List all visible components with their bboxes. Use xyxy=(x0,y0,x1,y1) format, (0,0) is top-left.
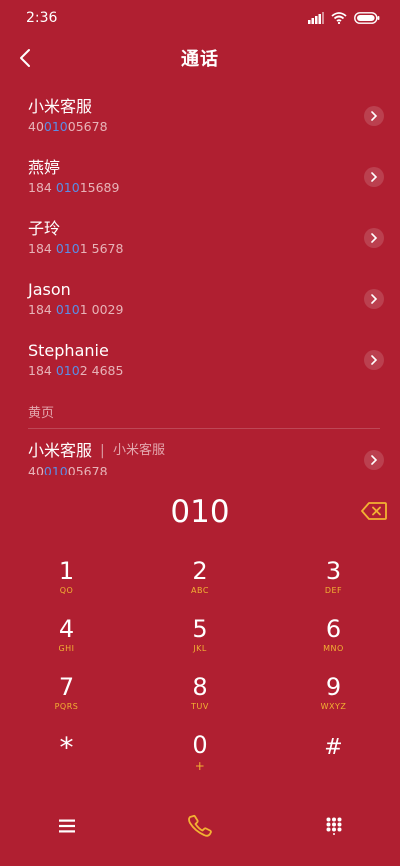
signal-icon xyxy=(308,12,324,24)
section-label-yellow-pages: 黄页 xyxy=(28,406,55,421)
contact-number: 4001005678 xyxy=(28,464,108,475)
chevron-right-icon xyxy=(371,233,378,243)
voicemail-label: QO xyxy=(59,586,74,595)
chevron-left-icon xyxy=(20,49,30,67)
key-letters: GHI xyxy=(58,644,75,653)
key-7[interactable]: 7 PQRS xyxy=(0,672,133,730)
contact-item[interactable]: Stephanie 184 0102 4685 xyxy=(0,330,400,391)
bottom-bar xyxy=(0,804,400,848)
back-button[interactable] xyxy=(10,42,40,74)
key-digit: # xyxy=(324,735,343,760)
detail-button[interactable] xyxy=(364,289,384,309)
status-time: 2:36 xyxy=(26,10,58,26)
key-5[interactable]: 5 JKL xyxy=(133,614,267,672)
contact-item[interactable]: Jason 184 0101 0029 xyxy=(0,269,400,330)
chevron-right-icon xyxy=(371,172,378,182)
key-3[interactable]: 3 DEF xyxy=(267,556,400,614)
detail-button[interactable] xyxy=(364,167,384,187)
backspace-icon xyxy=(361,502,387,520)
contact-subtitle: 小米客服 xyxy=(113,443,166,458)
key-digit: 4 xyxy=(58,615,75,643)
key-letters: PQRS xyxy=(54,702,79,711)
contact-name: 小米客服 xyxy=(28,441,93,460)
key-letters: TUV xyxy=(191,702,209,711)
chevron-right-icon xyxy=(371,355,378,365)
contact-item[interactable]: 燕婷 184 01015689 xyxy=(0,147,400,208)
key-1[interactable]: 1 QO xyxy=(0,556,133,614)
key-9[interactable]: 9 WXYZ xyxy=(267,672,400,730)
dialpad-icon xyxy=(326,817,341,835)
key-digit: * xyxy=(59,731,74,764)
separator: | xyxy=(100,443,105,459)
chevron-right-icon xyxy=(371,111,378,121)
key-8[interactable]: 8 TUV xyxy=(133,672,267,730)
backspace-button[interactable] xyxy=(360,500,388,522)
contact-number: 184 0102 4685 xyxy=(28,363,124,378)
status-icons xyxy=(308,12,380,24)
key-letters: + xyxy=(194,759,206,773)
key-4[interactable]: 4 GHI xyxy=(0,614,133,672)
phone-icon xyxy=(188,814,212,837)
key-6[interactable]: 6 MNO xyxy=(267,614,400,672)
key-letters: WXYZ xyxy=(320,702,347,711)
menu-button[interactable] xyxy=(0,804,133,848)
contact-number: 184 0101 0029 xyxy=(28,302,124,317)
page-title: 通话 xyxy=(181,49,219,70)
battery-icon xyxy=(354,12,380,24)
chevron-right-icon xyxy=(371,294,378,304)
contact-number: 184 01015689 xyxy=(28,180,120,195)
contact-item[interactable]: 子玲 184 0101 5678 xyxy=(0,208,400,269)
key-digit: 9 xyxy=(325,673,342,701)
dial-input: 010 xyxy=(170,494,230,530)
key-digit: 0 xyxy=(192,731,208,759)
contact-name: 燕婷 xyxy=(28,158,61,177)
contact-name: 小米客服 xyxy=(28,97,93,116)
key-digit: 7 xyxy=(58,673,75,701)
key-star[interactable]: * xyxy=(0,730,133,788)
contact-name: Jason xyxy=(28,280,71,299)
detail-button[interactable] xyxy=(364,350,384,370)
contact-list: 小米客服 4001005678 燕婷 184 01015689 子玲 184 0… xyxy=(0,86,400,391)
key-digit: 5 xyxy=(192,615,208,643)
contact-name: Stephanie xyxy=(28,341,109,360)
contact-number: 4001005678 xyxy=(28,119,108,134)
key-digit: 3 xyxy=(325,557,342,585)
chevron-right-icon xyxy=(371,455,378,465)
contact-item[interactable]: 小米客服 4001005678 xyxy=(0,86,400,147)
keypad: 1 QO 2 ABC 3 DEF 4 GHI 5 JKL 6 MNO 7 PQR… xyxy=(0,556,400,788)
contact-name: 子玲 xyxy=(28,219,61,238)
key-letters: DEF xyxy=(324,586,343,595)
contact-number: 184 0101 5678 xyxy=(28,241,124,256)
dialpad-toggle-button[interactable] xyxy=(267,804,400,848)
key-digit: 6 xyxy=(325,615,342,643)
detail-button[interactable] xyxy=(364,450,384,470)
detail-button[interactable] xyxy=(364,228,384,248)
key-letters: ABC xyxy=(191,586,209,595)
call-button[interactable] xyxy=(133,804,267,848)
key-0[interactable]: 0 + xyxy=(133,730,267,788)
detail-button[interactable] xyxy=(364,106,384,126)
key-digit: 8 xyxy=(192,673,208,701)
status-bar: 2:36 xyxy=(0,0,400,36)
key-digit: 1 xyxy=(58,557,75,585)
menu-icon xyxy=(58,819,75,833)
header: 通话 xyxy=(0,36,400,80)
key-digit: 2 xyxy=(192,557,208,585)
divider xyxy=(28,428,380,429)
key-letters: JKL xyxy=(193,644,207,653)
key-2[interactable]: 2 ABC xyxy=(133,556,267,614)
wifi-icon xyxy=(331,12,347,24)
key-hash[interactable]: # xyxy=(267,730,400,788)
key-letters: MNO xyxy=(323,644,344,653)
yellow-pages-item[interactable]: 小米客服 | 小米客服 4001005678 xyxy=(0,436,400,481)
